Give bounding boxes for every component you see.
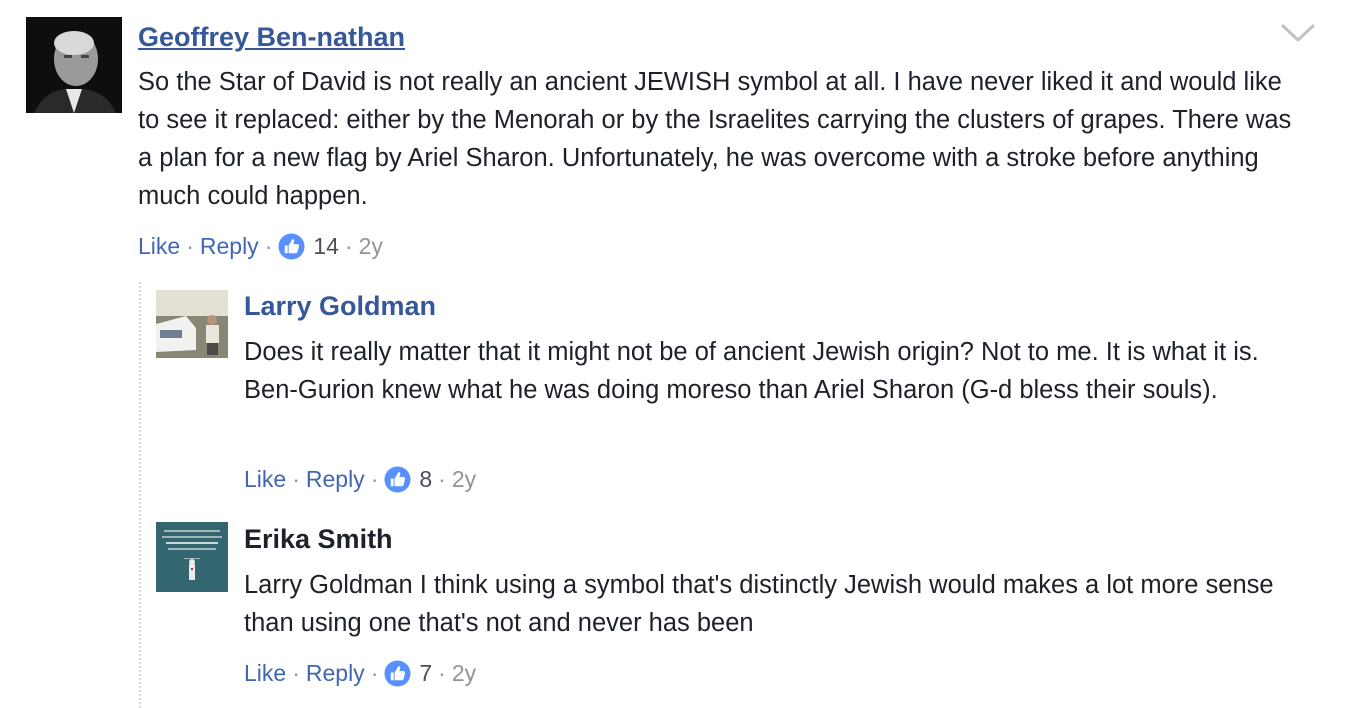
timestamp[interactable]: 2y <box>452 464 476 494</box>
separator: · <box>344 233 353 259</box>
separator: · <box>292 466 300 492</box>
separator: · <box>186 233 194 259</box>
separator: · <box>292 660 300 686</box>
comment-text: Does it really matter that it might not … <box>244 338 1259 404</box>
avatar[interactable] <box>156 522 228 592</box>
like-count[interactable]: 8 <box>419 464 432 494</box>
comment-text: So the Star of David is not really an an… <box>138 68 1292 210</box>
avatar[interactable] <box>26 17 122 113</box>
chevron-down-icon[interactable] <box>1280 20 1316 46</box>
comment-actions: Like · Reply · 14 · 2y <box>138 231 383 261</box>
comment-actions: Like · Reply · 7 · 2y <box>244 658 476 688</box>
separator: · <box>264 233 273 259</box>
like-count[interactable]: 7 <box>419 658 432 688</box>
author-name[interactable]: Larry Goldman <box>244 289 436 323</box>
comment-text: Larry Goldman I think using a symbol tha… <box>244 571 1274 637</box>
like-button[interactable]: Like <box>244 464 286 494</box>
reply-button[interactable]: Reply <box>306 658 365 688</box>
timestamp[interactable]: 2y <box>452 658 476 688</box>
avatar-photo <box>26 17 122 113</box>
reply-button[interactable]: Reply <box>200 231 259 261</box>
separator: · <box>370 660 379 686</box>
like-button[interactable]: Like <box>138 231 180 261</box>
thumbs-up-icon[interactable] <box>278 232 305 260</box>
like-count[interactable]: 14 <box>313 231 339 261</box>
comment-actions: Like · Reply · 8 · 2y <box>244 464 476 494</box>
avatar-photo <box>156 290 228 358</box>
author-name[interactable]: Erika Smith <box>244 522 393 556</box>
reply-button[interactable]: Reply <box>306 464 365 494</box>
separator: · <box>370 466 379 492</box>
timestamp[interactable]: 2y <box>359 231 383 261</box>
separator: · <box>438 466 446 492</box>
avatar[interactable] <box>156 290 228 358</box>
separator: · <box>438 660 446 686</box>
author-name[interactable]: Geoffrey Ben-nathan <box>138 20 405 54</box>
thumbs-up-icon[interactable] <box>384 465 411 493</box>
thumbs-up-icon[interactable] <box>384 659 411 687</box>
reply-thread-line <box>139 282 141 708</box>
like-button[interactable]: Like <box>244 658 286 688</box>
avatar-photo <box>156 522 228 592</box>
